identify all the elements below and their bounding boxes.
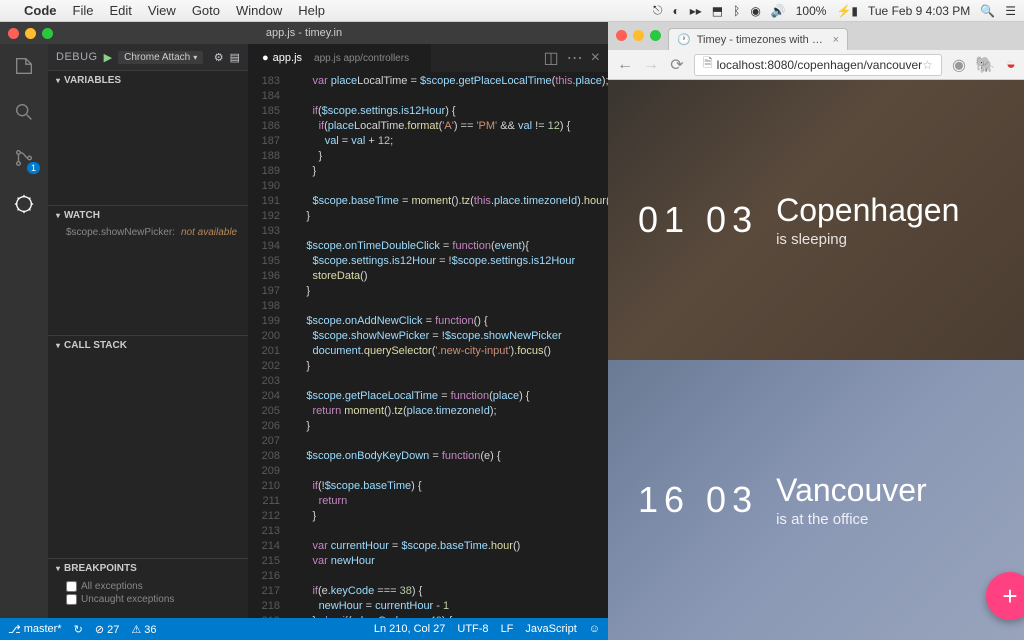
cursor-position[interactable]: Ln 210, Col 27 bbox=[374, 623, 446, 635]
browser-toolbar: ← → ⟳ 🗎 localhost:8080/copenhagen/vancou… bbox=[608, 50, 1024, 80]
sync-icon[interactable]: ↻ bbox=[74, 623, 83, 636]
bp-all-exceptions[interactable]: All exceptions bbox=[66, 580, 240, 593]
gear-icon[interactable]: ⚙ bbox=[214, 51, 224, 64]
debug-icon[interactable] bbox=[10, 190, 38, 218]
scm-badge: 1 bbox=[27, 162, 40, 174]
address-bar[interactable]: 🗎 localhost:8080/copenhagen/vancouver ☆ bbox=[694, 54, 942, 76]
feedback-icon[interactable]: ☺ bbox=[589, 623, 600, 635]
vscode-window: app.js - timey.in 1 DEBUG ▶ Chrome Attac… bbox=[0, 22, 608, 640]
volume-icon[interactable]: 🔊 bbox=[771, 4, 786, 18]
section-watch[interactable]: WATCH bbox=[48, 206, 248, 225]
editor-tab[interactable]: ● app.js app.js app/controllers bbox=[248, 44, 432, 72]
section-breakpoints[interactable]: BREAKPOINTS bbox=[48, 559, 248, 578]
menu-view[interactable]: View bbox=[148, 3, 176, 18]
menu-window[interactable]: Window bbox=[236, 3, 282, 18]
status-bar: ⎇ master* ↻ ⊘ 27 ⚠ 36 Ln 210, Col 27 UTF… bbox=[0, 618, 608, 640]
vscode-titlebar: app.js - timey.in bbox=[0, 22, 608, 44]
close-tab-icon[interactable]: × bbox=[591, 49, 600, 67]
timezone-card[interactable]: 01 03 Copenhagen is sleeping bbox=[608, 80, 1024, 360]
status-icon[interactable]: ◐ bbox=[672, 4, 679, 18]
url-text: localhost:8080/copenhagen/vancouver bbox=[717, 58, 923, 72]
city-name: Copenhagen bbox=[776, 192, 959, 229]
debug-start-icon[interactable]: ▶ bbox=[104, 51, 112, 64]
battery-pct[interactable]: 100% bbox=[796, 4, 827, 18]
favicon: 🕐 bbox=[677, 33, 691, 46]
timezone-card[interactable]: 16 03 Vancouver is at the office bbox=[608, 360, 1024, 640]
wifi-icon[interactable]: ◉ bbox=[750, 4, 760, 18]
warnings[interactable]: ⚠ 36 bbox=[131, 623, 156, 636]
breadcrumb: app.js app/controllers bbox=[306, 53, 417, 64]
browser-tabstrip: 🕐 Timey - timezones with a h × bbox=[608, 22, 1024, 50]
language-mode[interactable]: JavaScript bbox=[525, 623, 576, 635]
status-icon[interactable]: ⎋ bbox=[653, 3, 663, 18]
console-icon[interactable]: ▤ bbox=[230, 51, 240, 64]
dropbox-icon[interactable]: ⬒ bbox=[712, 4, 723, 18]
minimize-icon[interactable] bbox=[25, 28, 36, 39]
macos-menubar: Code File Edit View Goto Window Help ⎋ ◐… bbox=[0, 0, 1024, 22]
menubar-app[interactable]: Code bbox=[24, 3, 57, 18]
editor-tabs: ● app.js app.js app/controllers ◫ ⋯ × bbox=[248, 44, 608, 72]
time-display: 01 03 bbox=[638, 199, 758, 241]
status-icon[interactable]: ▸▸ bbox=[690, 4, 702, 18]
encoding[interactable]: UTF-8 bbox=[457, 623, 488, 635]
debug-label: DEBUG bbox=[56, 51, 98, 63]
split-editor-icon[interactable]: ◫ bbox=[544, 48, 559, 68]
bp-uncaught-exceptions[interactable]: Uncaught exceptions bbox=[66, 593, 240, 606]
code-area[interactable]: 183 184 185 186 187 188 189 190 191 192 … bbox=[248, 72, 608, 618]
extension-icon[interactable]: 🐘 bbox=[976, 56, 994, 74]
debug-config-select[interactable]: Chrome Attach ▾ bbox=[118, 51, 203, 64]
section-callstack[interactable]: CALL STACK bbox=[48, 336, 248, 355]
watch-expression[interactable]: $scope.showNewPicker: not available bbox=[66, 227, 240, 239]
debug-sidebar: DEBUG ▶ Chrome Attach ▾ ⚙ ▤ VARIABLES WA… bbox=[48, 44, 248, 618]
city-status: is at the office bbox=[776, 511, 927, 528]
notifications-icon[interactable]: ☰ bbox=[1005, 4, 1016, 18]
extension-icon[interactable]: ◒ bbox=[1002, 56, 1020, 74]
menu-file[interactable]: File bbox=[73, 3, 94, 18]
eol[interactable]: LF bbox=[501, 623, 514, 635]
extension-icon[interactable]: ◉ bbox=[950, 56, 968, 74]
spotlight-icon[interactable]: 🔍 bbox=[980, 4, 995, 18]
tab-filename: app.js bbox=[273, 52, 302, 64]
bookmark-icon[interactable]: ☆ bbox=[922, 58, 933, 72]
minimize-icon[interactable] bbox=[633, 30, 644, 41]
activity-bar: 1 bbox=[0, 44, 48, 618]
menu-edit[interactable]: Edit bbox=[109, 3, 131, 18]
debug-header: DEBUG ▶ Chrome Attach ▾ ⚙ ▤ bbox=[48, 44, 248, 70]
tab-title: Timey - timezones with a h bbox=[697, 34, 827, 46]
bp-checkbox[interactable] bbox=[66, 581, 77, 592]
browser-tab[interactable]: 🕐 Timey - timezones with a h × bbox=[668, 28, 848, 50]
site-info-icon[interactable]: 🗎 bbox=[703, 54, 713, 75]
clock[interactable]: Tue Feb 9 4:03 PM bbox=[868, 4, 970, 18]
search-icon[interactable] bbox=[10, 98, 38, 126]
forward-button[interactable]: → bbox=[642, 56, 660, 74]
editor: ● app.js app.js app/controllers ◫ ⋯ × 18… bbox=[248, 44, 608, 618]
window-title: app.js - timey.in bbox=[266, 27, 342, 39]
city-status: is sleeping bbox=[776, 231, 959, 248]
browser-viewport: 01 03 Copenhagen is sleeping 16 03 Vanco… bbox=[608, 80, 1024, 640]
reload-button[interactable]: ⟳ bbox=[668, 55, 686, 75]
city-name: Vancouver bbox=[776, 472, 927, 509]
battery-icon[interactable]: ⚡▮ bbox=[836, 4, 858, 18]
scm-icon[interactable]: 1 bbox=[10, 144, 38, 172]
maximize-icon[interactable] bbox=[650, 30, 661, 41]
tab-close-icon[interactable]: × bbox=[833, 34, 839, 46]
time-display: 16 03 bbox=[638, 479, 758, 521]
bp-checkbox[interactable] bbox=[66, 594, 77, 605]
git-branch[interactable]: ⎇ master* bbox=[8, 623, 62, 636]
back-button[interactable]: ← bbox=[616, 56, 634, 74]
section-variables[interactable]: VARIABLES bbox=[48, 71, 248, 90]
menu-goto[interactable]: Goto bbox=[192, 3, 220, 18]
chrome-window: 🕐 Timey - timezones with a h × ← → ⟳ 🗎 l… bbox=[608, 22, 1024, 640]
maximize-icon[interactable] bbox=[42, 28, 53, 39]
explorer-icon[interactable] bbox=[10, 52, 38, 80]
dirty-indicator: ● bbox=[262, 52, 269, 64]
close-icon[interactable] bbox=[616, 30, 627, 41]
close-icon[interactable] bbox=[8, 28, 19, 39]
more-icon[interactable]: ⋯ bbox=[567, 48, 583, 68]
bluetooth-icon[interactable]: ᛒ bbox=[733, 4, 740, 18]
menu-help[interactable]: Help bbox=[298, 3, 325, 18]
errors[interactable]: ⊘ 27 bbox=[95, 623, 120, 636]
